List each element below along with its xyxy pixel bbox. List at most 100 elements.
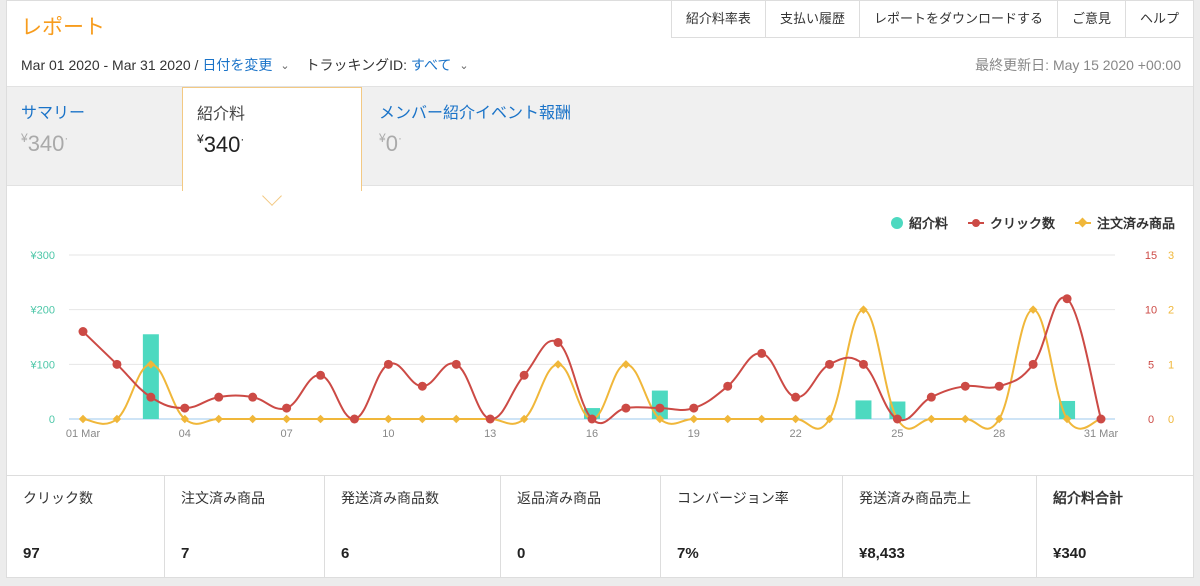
chart-legend: 紹介料 クリック数 注文済み商品 [890,213,1175,232]
help-link[interactable]: ヘルプ [1126,1,1194,37]
clicks-point [994,381,1004,391]
orders-point [452,414,461,424]
clicks-point [316,370,326,380]
fee-rates-link[interactable]: 紹介料率表 [672,1,766,37]
left-axis-tick-label: 0 [49,414,55,426]
clicks-point [180,403,190,413]
filter-bar: Mar 01 2020 - Mar 31 2020 / 日付を変更 ⌄ トラッキ… [21,55,485,75]
orders-point [791,414,800,424]
orders-point [282,414,291,424]
stat-conversion: コンバージョン率 7% [661,476,843,578]
tab-label: メンバー紹介イベント報酬 [379,105,572,122]
orders-point [214,414,223,424]
stat-shipped-revenue: 発送済み商品売上 ¥8,433 [843,476,1037,578]
orders-point [553,360,563,369]
chevron-down-icon[interactable]: ⌄ [280,59,289,72]
clicks-point [689,403,699,413]
tab-value: ¥0· [379,131,402,156]
tab-summary[interactable]: サマリー ¥340· [7,87,183,187]
x-tick-label: 28 [993,428,1005,440]
orders-point [78,414,88,424]
clicks-point [825,359,835,369]
clicks-line [82,296,1102,425]
stat-label: 紹介料合計 [1053,490,1123,506]
clicks-point [587,414,597,424]
fee-bar [855,400,872,419]
clicks-point [78,327,88,337]
clicks-point [553,337,563,347]
orders-point [621,360,631,369]
clicks-point [926,392,936,402]
clicks-point [485,414,495,424]
clicks-point [146,392,156,402]
clicks-point [960,381,970,391]
tracking-id-select[interactable]: すべて [411,55,451,75]
clicks-swatch [967,218,984,228]
left-axis-tick-label: ¥100 [30,359,55,371]
orders-point [316,414,325,424]
x-tick-label: 19 [688,428,700,440]
tab-label: 紹介料 [197,106,246,123]
tab-referral-fees[interactable]: 紹介料 ¥340· [182,87,362,191]
clicks-point [112,359,122,369]
stat-value: ¥340 [1053,545,1087,562]
legend-item-clicks[interactable]: クリック数 [967,213,1055,232]
report-panel: レポート 紹介料率表 支払い履歴 レポートをダウンロードする ご意見 ヘルプ M… [6,0,1194,578]
chevron-down-icon[interactable]: ⌄ [459,59,468,72]
orders-point [384,414,393,424]
legend-item-fees[interactable]: 紹介料 [890,213,948,232]
stat-label: 返品済み商品 [517,490,601,506]
tab-member-referral[interactable]: メンバー紹介イベント報酬 ¥0· [365,87,625,187]
top-links: 紹介料率表 支払い履歴 レポートをダウンロードする ご意見 ヘルプ [670,1,1194,38]
orders-axis-tick-label: 0 [1168,414,1174,426]
legend-label: 紹介料 [908,216,948,231]
orders-point [1028,305,1038,314]
tab-label: サマリー [21,105,86,122]
stat-ordered: 注文済み商品 7 [165,476,325,578]
orders-axis-tick-label: 2 [1168,305,1174,317]
clicks-point [383,359,393,369]
x-tick-label: 07 [280,428,292,440]
stat-label: 発送済み商品売上 [859,490,971,506]
orders-axis-tick-label: 1 [1168,359,1174,371]
orders-point [418,414,427,424]
clicks-point [417,381,427,391]
clicks-point [1096,414,1106,424]
stat-label: 発送済み商品数 [341,490,439,506]
clicks-point [248,392,258,402]
orders-swatch [1074,217,1091,228]
stat-value: 6 [341,545,350,562]
orders-point [757,414,766,424]
clicks-axis-tick-label: 0 [1148,414,1154,426]
change-date-link[interactable]: 日付を変更 [202,55,272,75]
summary-tabs: サマリー ¥340· 紹介料 ¥340· メンバー紹介イベント報酬 ¥0· [7,86,1193,191]
page-title: レポート [21,16,105,39]
clicks-point [451,359,461,369]
stat-value: 0 [517,545,526,562]
x-tick-label: 25 [891,428,903,440]
clicks-point [858,359,868,369]
stat-total-fees: 紹介料合計 ¥340 [1037,476,1193,578]
tab-value: ¥340· [197,132,245,157]
payment-history-link[interactable]: 支払い履歴 [766,1,860,37]
feedback-link[interactable]: ご意見 [1058,1,1126,37]
tracking-label: トラッキングID: [305,57,408,73]
x-tick-label: 16 [586,428,598,440]
clicks-point [1062,294,1072,304]
legend-item-orders[interactable]: 注文済み商品 [1074,213,1175,232]
date-range: Mar 01 2020 - Mar 31 2020 / [21,57,199,73]
stat-label: コンバージョン率 [677,490,789,506]
legend-label: クリック数 [989,216,1055,231]
stat-value: 97 [23,545,40,562]
stat-value: 7 [181,545,190,562]
clicks-point [519,370,529,380]
clicks-point [791,392,801,402]
stat-label: クリック数 [23,490,93,506]
x-tick-label: 31 Mar [1084,428,1119,440]
orders-point [859,305,868,314]
clicks-point [1028,359,1038,369]
clicks-point [757,348,767,358]
download-report-link[interactable]: レポートをダウンロードする [860,1,1058,37]
left-axis-tick-label: ¥200 [30,305,55,317]
legend-label: 注文済み商品 [1096,216,1175,231]
